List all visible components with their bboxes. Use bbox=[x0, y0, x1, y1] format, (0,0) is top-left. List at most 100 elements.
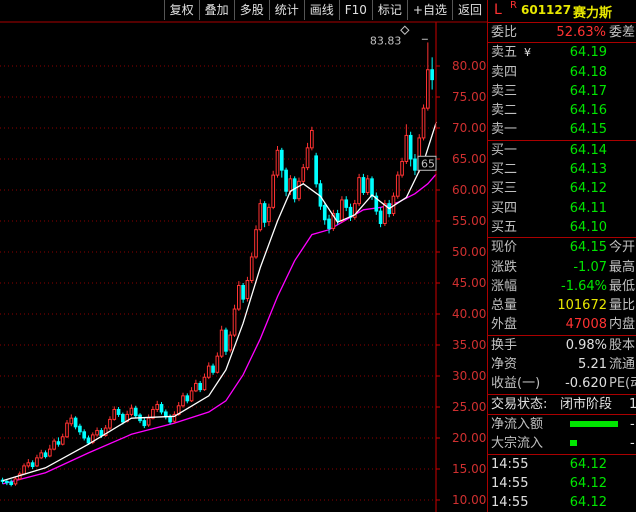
candle bbox=[279, 147, 284, 178]
candle bbox=[413, 154, 417, 176]
toolbar-button-0[interactable]: 复权 bbox=[163, 0, 199, 20]
candle bbox=[172, 411, 177, 424]
tick-row: 14:55 64.12 bbox=[488, 474, 636, 493]
candle bbox=[189, 387, 194, 403]
high-price-label: 83.83 bbox=[370, 34, 402, 47]
price-tick-label: 60.00 bbox=[452, 183, 486, 197]
flow-dash: - bbox=[630, 436, 635, 452]
price-tick-label: 55.00 bbox=[452, 214, 486, 228]
bid-row: 买一 64.14 bbox=[488, 141, 636, 160]
bid-row: 买四 64.11 bbox=[488, 199, 636, 218]
weibi-value: 52.63% bbox=[556, 25, 606, 40]
candle bbox=[56, 437, 61, 447]
candle bbox=[340, 196, 344, 223]
candle bbox=[219, 325, 224, 359]
ask-mark: ¥ bbox=[524, 46, 531, 60]
bid-list: 买一 64.14 买二 64.13 买三 64.12 买四 64.11 买五 64.10 bbox=[488, 141, 636, 237]
candle bbox=[181, 392, 185, 408]
toolbar-button-7[interactable]: +自选 bbox=[406, 0, 452, 20]
stat-row: 总量 101672 量比 bbox=[488, 296, 636, 315]
candle bbox=[258, 199, 263, 232]
stat2-row: 净资 5.21 流通 bbox=[488, 355, 636, 374]
ask-price: 64.17 bbox=[569, 83, 607, 99]
candle bbox=[357, 173, 361, 207]
stat-value: 64.15 bbox=[569, 240, 607, 256]
ask-row: 卖五 ¥64.19 bbox=[488, 43, 636, 62]
stats2-list: 换手 0.98%股本净资 5.21流通收益(一) -0.620PE(动 bbox=[488, 336, 636, 394]
kline-chart[interactable]: 80.00 75.00 70.00 65.00 60.00 55.00 50.00 45.00… bbox=[0, 0, 487, 512]
candle bbox=[310, 126, 314, 151]
stat-row: 涨跌 -1.07 最高 bbox=[488, 258, 636, 277]
candle bbox=[194, 379, 198, 393]
ask-row: 卖四 64.18 bbox=[488, 63, 636, 82]
current-price-marker-label: 65 bbox=[421, 157, 435, 170]
candle bbox=[202, 373, 207, 391]
ask-label: 卖三 bbox=[491, 83, 518, 99]
candle bbox=[421, 104, 426, 141]
stat2-label-2: PE(动 bbox=[609, 376, 636, 392]
stat-label-2: 最高 bbox=[609, 259, 636, 275]
candle bbox=[9, 479, 14, 487]
candle bbox=[69, 414, 74, 427]
flow-bar bbox=[570, 440, 577, 447]
candle bbox=[305, 142, 310, 171]
flow-list: 净流入额 - 大宗流入 - bbox=[488, 415, 636, 454]
stat2-label: 收益(一) bbox=[491, 376, 541, 392]
price-tick-label: 25.00 bbox=[452, 400, 486, 414]
ask-list: 卖五 ¥64.19 卖四 64.18 卖三 64.17 卖二 64.16 卖一 64.15 bbox=[488, 43, 636, 139]
quote-panel: L R 601127 赛力斯 委比 52.63% 委差 卖五 ¥64.19 卖四 64… bbox=[487, 0, 636, 512]
stat-label: 涨跌 bbox=[491, 259, 518, 275]
price-tick-label: 65.00 bbox=[452, 152, 486, 166]
stat-value: -1.07 bbox=[573, 259, 607, 275]
bid-row: 买二 64.13 bbox=[488, 160, 636, 179]
trade-status-value: 闭市阶段 bbox=[560, 396, 613, 412]
kline-chart-area[interactable]: 80.00 75.00 70.00 65.00 60.00 55.00 50.00 45.00… bbox=[0, 0, 487, 512]
candle bbox=[344, 196, 349, 212]
bid-label: 买一 bbox=[491, 142, 518, 158]
candle bbox=[215, 352, 220, 374]
candle bbox=[39, 449, 44, 460]
toolbar-button-4[interactable]: 画线 bbox=[303, 0, 339, 20]
flow-row: 净流入额 - bbox=[488, 415, 636, 434]
candle bbox=[198, 380, 203, 393]
stat-row: 外盘 47008 内盘 bbox=[488, 315, 636, 334]
price-tick-label: 40.00 bbox=[452, 307, 486, 321]
chart-toolbar: 复权 叠加 多股 统计 画线 F10 标记 +自选 返回 bbox=[163, 0, 487, 20]
candle bbox=[159, 402, 164, 415]
candle bbox=[275, 145, 280, 178]
stock-header[interactable]: L R 601127 赛力斯 bbox=[488, 0, 636, 23]
tick-time: 14:55 bbox=[491, 475, 529, 491]
flow-bar bbox=[570, 420, 618, 427]
candle bbox=[78, 423, 82, 435]
stat-label: 总量 bbox=[491, 298, 518, 314]
stock-name: 赛力斯 bbox=[573, 6, 613, 21]
trade-status-extra: 1 bbox=[629, 395, 636, 414]
candle bbox=[60, 433, 65, 446]
candle bbox=[352, 199, 357, 220]
weicha-label: 委差 bbox=[609, 25, 636, 40]
ask-price: 64.18 bbox=[569, 64, 607, 80]
candle bbox=[30, 460, 35, 469]
candle bbox=[241, 283, 245, 303]
stat-label: 涨幅 bbox=[491, 278, 518, 294]
ask-row: 卖一 64.15 bbox=[488, 120, 636, 139]
candle bbox=[301, 163, 306, 184]
toolbar-button-8[interactable]: 返回 bbox=[451, 0, 487, 20]
weibi-label: 委比 bbox=[491, 25, 518, 40]
stats-list: 现价 64.15 今开 涨跌 -1.07 最高 涨幅 -1.64% 最低 总量 101672 量比 外盘… bbox=[488, 238, 636, 334]
candle bbox=[232, 304, 237, 337]
candle bbox=[237, 281, 241, 311]
toolbar-button-6[interactable]: 标记 bbox=[371, 0, 407, 20]
toolbar-button-2[interactable]: 多股 bbox=[233, 0, 269, 20]
toolbar-button-3[interactable]: 统计 bbox=[268, 0, 304, 20]
stat-label-2: 量比 bbox=[609, 298, 636, 314]
candle bbox=[228, 331, 233, 353]
candle bbox=[361, 173, 366, 195]
toolbar-button-5[interactable]: F10 bbox=[338, 0, 372, 20]
candle bbox=[262, 201, 267, 228]
candle bbox=[430, 57, 434, 90]
stat2-row: 换手 0.98% 股本 bbox=[488, 336, 636, 355]
toolbar-button-1[interactable]: 叠加 bbox=[198, 0, 234, 20]
ask-row: 卖二 64.16 bbox=[488, 101, 636, 120]
candle bbox=[35, 454, 39, 468]
